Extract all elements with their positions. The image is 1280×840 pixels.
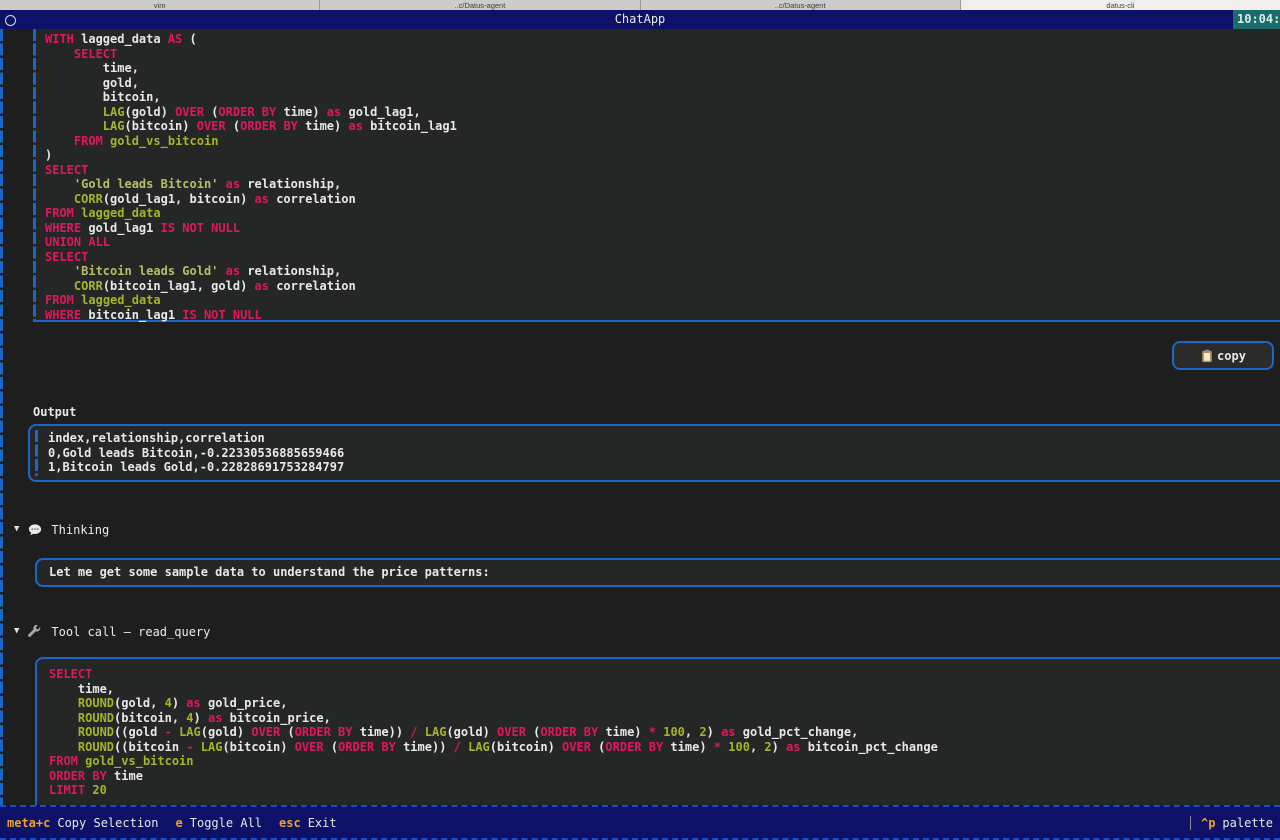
palette-label: palette — [1222, 816, 1273, 830]
shortcut-copy-selection[interactable]: meta+c Copy Selection — [7, 816, 159, 830]
tab-datus-cli[interactable]: datus-cli — [961, 0, 1280, 10]
shortcut-toggle-all[interactable]: e Toggle All — [176, 816, 262, 830]
shortcut-key: meta+c — [7, 816, 50, 830]
tab-label: ..c/Datus-agent — [454, 1, 505, 10]
shortcut-key: e — [176, 816, 183, 830]
tab-vim[interactable]: vim — [0, 0, 320, 10]
footer-shortcuts: meta+c Copy Selection e Toggle All esc E… — [7, 816, 337, 830]
thinking-panel: Let me get some sample data to understan… — [35, 558, 1280, 587]
tool-call-sql-block[interactable]: SELECT time, ROUND(gold, 4) as gold_pric… — [35, 657, 1280, 817]
shortcut-label: Exit — [308, 816, 337, 830]
tool-call-title: Tool call — read_query — [51, 625, 210, 639]
shortcut-exit[interactable]: esc Exit — [279, 816, 337, 830]
title-bar: ChatApp 10:04:15 — [0, 10, 1280, 29]
footer-keybar: meta+c Copy Selection e Toggle All esc E… — [0, 805, 1280, 840]
tab-label: datus-cli — [1106, 1, 1134, 10]
clock: 10:04:15 — [1233, 10, 1280, 29]
chat-container-border — [0, 29, 3, 805]
app-title: ChatApp — [0, 10, 1280, 29]
shortcut-key: esc — [279, 816, 301, 830]
tab-label: vim — [154, 1, 166, 10]
output-label: Output — [33, 405, 76, 419]
tab-datus-agent-1[interactable]: ..c/Datus-agent — [320, 0, 640, 10]
shortcut-label: Toggle All — [190, 816, 262, 830]
terminal-tab-bar: vim ..c/Datus-agent ..c/Datus-agent datu… — [0, 0, 1280, 10]
palette-key: ^p — [1201, 816, 1215, 830]
tab-datus-agent-2[interactable]: ..c/Datus-agent — [641, 0, 961, 10]
output-left-border — [35, 430, 38, 476]
copy-button[interactable]: copy — [1172, 341, 1274, 370]
output-panel[interactable]: index,relationship,correlation0,Gold lea… — [28, 424, 1280, 482]
thinking-title: Thinking — [51, 523, 109, 537]
tool-call-collapsible-header[interactable]: ▼ Tool call — read_query — [14, 624, 210, 639]
shortcut-label: Copy Selection — [57, 816, 158, 830]
wrench-icon — [28, 625, 42, 639]
thinking-collapsible-header[interactable]: ▼ Thinking — [14, 522, 109, 537]
thinking-text: Let me get some sample data to understan… — [49, 565, 490, 580]
copy-button-label: copy — [1217, 349, 1246, 363]
sql-code-block[interactable]: WITH lagged_data AS ( SELECT time, gold,… — [33, 29, 1280, 322]
collapse-triangle-icon: ▼ — [14, 624, 19, 639]
command-palette-button[interactable]: ^p palette — [1190, 816, 1273, 830]
collapse-triangle-icon: ▼ — [14, 522, 19, 537]
speech-balloon-icon — [28, 523, 42, 537]
chatapp-window: vim ..c/Datus-agent ..c/Datus-agent datu… — [0, 0, 1280, 840]
code-block-left-border — [33, 29, 36, 320]
tab-label: ..c/Datus-agent — [775, 1, 826, 10]
clipboard-icon — [1200, 349, 1214, 363]
